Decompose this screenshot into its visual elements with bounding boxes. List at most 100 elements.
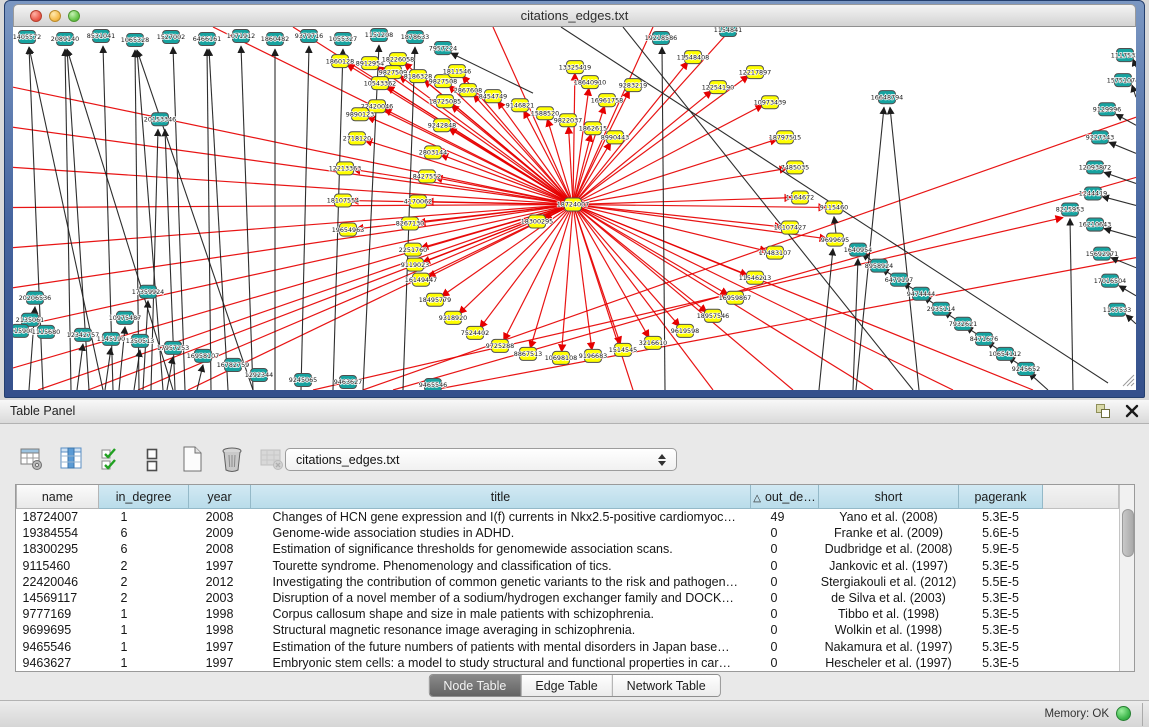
table-cell[interactable]: Disruption of a novel member of a sodium… [251, 590, 751, 606]
table-cell[interactable]: 0 [751, 541, 819, 557]
network-graph[interactable]: 1405572208914085310411065328152700264661… [13, 27, 1136, 390]
graph-edge[interactable] [573, 204, 953, 390]
table-cell[interactable]: 5.3E-5 [959, 509, 1043, 526]
graph-node[interactable]: 1145190 [97, 332, 125, 345]
graph-node[interactable]: 1244419 [1079, 187, 1107, 200]
delete-table-button[interactable] [256, 444, 288, 476]
canvas-resize-grip[interactable] [1123, 375, 1134, 386]
graph-node[interactable]: 18640910 [574, 76, 606, 89]
graph-node[interactable]: 1065328 [121, 34, 149, 47]
table-cell[interactable]: 14569117 [17, 590, 99, 606]
graph-node[interactable]: 10975487 [109, 311, 141, 324]
table-cell[interactable]: 9465546 [17, 639, 99, 655]
graph-edge[interactable] [1109, 142, 1136, 153]
graph-edge[interactable] [13, 127, 573, 204]
graph-edge[interactable] [1111, 258, 1136, 268]
table-row[interactable]: 946554611997Estimation of the future num… [17, 639, 1119, 655]
table-cell[interactable]: 5.3E-5 [959, 558, 1043, 574]
graph-node[interactable]: 13325419 [559, 61, 591, 74]
table-scrollbar-thumb[interactable] [1122, 509, 1134, 557]
graph-node[interactable]: 7957224 [429, 42, 457, 55]
graph-node[interactable]: 18300295 [521, 215, 553, 228]
table-row[interactable]: 1830029562008Estimation of significance … [17, 541, 1119, 557]
graph-node[interactable]: 2935114 [927, 302, 955, 315]
table-cell[interactable]: 1 [99, 655, 189, 671]
table-scrollbar[interactable] [1119, 485, 1134, 671]
column-header-title[interactable]: title [251, 485, 751, 509]
graph-edge[interactable] [197, 365, 203, 390]
table-cell[interactable]: Changes of HCN gene expression and I(f) … [251, 509, 751, 526]
table-row[interactable]: 1872400712008Changes of HCN gene express… [17, 509, 1119, 526]
graph-edge[interactable] [365, 140, 573, 204]
graph-edge[interactable] [1132, 85, 1136, 97]
table-cell[interactable]: 2008 [189, 509, 251, 526]
table-cell[interactable]: 2003 [189, 590, 251, 606]
table-cell[interactable]: 0 [751, 655, 819, 671]
table-cell[interactable]: Corpus callosum shape and size in male p… [251, 606, 751, 622]
table-cell[interactable]: Embryonic stem cells: a model to study s… [251, 655, 751, 671]
graph-node[interactable]: 20206536 [19, 291, 51, 304]
graph-node[interactable]: 10698108 [545, 351, 577, 364]
graph-node[interactable]: 1117533 [1111, 49, 1136, 62]
graph-node[interactable]: 9115460 [820, 201, 848, 214]
graph-node[interactable]: 18797515 [769, 131, 801, 144]
graph-node[interactable]: 9725288 [486, 339, 514, 352]
tab-node-table[interactable]: Node Table [429, 675, 521, 696]
graph-node[interactable]: 9890123 [346, 108, 374, 121]
table-cell[interactable]: 22420046 [17, 574, 99, 590]
table-cell[interactable]: 5.3E-5 [959, 622, 1043, 638]
graph-node[interactable]: 8215953 [1056, 203, 1084, 216]
table-row[interactable]: 946362711997Embryonic stem cells: a mode… [17, 655, 1119, 671]
graph-node[interactable]: 19218586 [645, 32, 677, 45]
graph-node[interactable]: 1055327 [329, 33, 357, 46]
column-header-name[interactable]: name [17, 485, 99, 509]
graph-node[interactable]: 9318920 [439, 311, 467, 324]
graph-edge[interactable] [105, 348, 111, 390]
column-header-short[interactable]: short [819, 485, 959, 509]
float-panel-icon[interactable] [1095, 403, 1111, 418]
graph-node[interactable]: 18495779 [419, 293, 451, 306]
table-cell[interactable]: Structural magnetic resonance image aver… [251, 622, 751, 638]
graph-edge[interactable] [1126, 315, 1136, 324]
graph-node[interactable]: 12254190 [702, 81, 734, 94]
graph-edge[interactable] [241, 46, 253, 390]
graph-node[interactable]: 8867513 [514, 347, 542, 360]
graph-node[interactable]: 2089140 [51, 33, 79, 46]
table-cell[interactable]: 1998 [189, 606, 251, 622]
graph-node[interactable]: 16782759 [217, 358, 249, 371]
graph-node[interactable]: 12213363 [329, 162, 361, 175]
graph-node[interactable]: 1164672 [786, 191, 814, 204]
table-cell[interactable]: 9115460 [17, 558, 99, 574]
graph-node[interactable]: 17016504 [1094, 274, 1126, 287]
graph-node[interactable]: 9283219 [619, 79, 647, 92]
table-cell[interactable]: Tourette syndrome. Phenomenology and cla… [251, 558, 751, 574]
table-cell[interactable]: Franke et al. (2009) [819, 525, 959, 541]
table-row[interactable]: 1938455462009Genome-wide association stu… [17, 525, 1119, 541]
graph-edge[interactable] [137, 50, 253, 390]
graph-edge[interactable] [301, 46, 309, 390]
graph-edge[interactable] [573, 204, 793, 390]
graph-node[interactable]: 8267130 [396, 217, 424, 230]
graph-node[interactable]: 19654963 [332, 223, 364, 236]
table-cell[interactable]: Tibbo et al. (1998) [819, 606, 959, 622]
graph-node[interactable]: 11548408 [677, 51, 709, 64]
network-window-titlebar[interactable]: citations_edges.txt [13, 4, 1136, 27]
graph-node[interactable]: 12217897 [739, 66, 771, 79]
graph-edge[interactable] [38, 204, 573, 390]
graph-edge[interactable] [13, 204, 573, 247]
graph-node[interactable]: 1071912 [227, 30, 255, 43]
graph-edge[interactable] [1119, 286, 1136, 296]
graph-edge[interactable] [573, 105, 763, 205]
graph-edge[interactable] [363, 45, 379, 390]
table-options-button[interactable] [16, 444, 48, 476]
table-cell[interactable]: 2008 [189, 541, 251, 557]
graph-node[interactable]: 9463627 [334, 375, 362, 388]
table-cell[interactable]: 0 [751, 525, 819, 541]
graph-node[interactable]: 1167533 [1103, 303, 1131, 316]
graph-edge[interactable] [623, 27, 913, 390]
table-cell[interactable]: 9463627 [17, 655, 99, 671]
graph-node[interactable]: 8427552 [413, 170, 441, 183]
table-cell[interactable]: 5.3E-5 [959, 655, 1043, 671]
table-cell[interactable]: 2012 [189, 574, 251, 590]
table-cell[interactable]: Genome-wide association studies in ADHD. [251, 525, 751, 541]
